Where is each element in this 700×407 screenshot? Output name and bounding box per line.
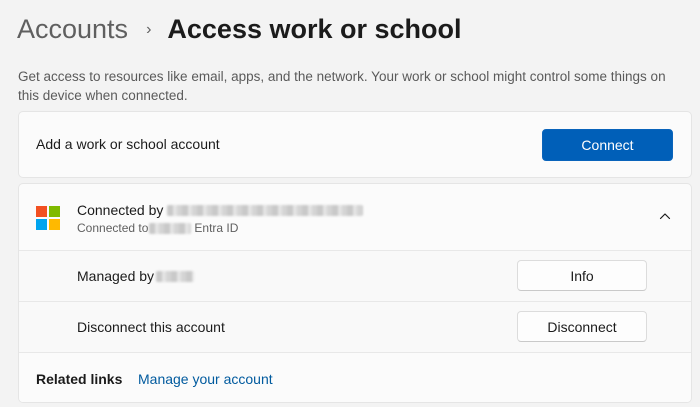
breadcrumb-chevron-icon: ›: [146, 21, 152, 38]
disconnect-row: Disconnect this account Disconnect: [19, 301, 691, 352]
account-subtitle-suffix: Entra ID: [194, 221, 239, 235]
connected-account-card: Connected by Connected to Entra ID Manag…: [18, 183, 692, 403]
related-links-title: Related links: [36, 371, 123, 387]
account-subtitle: Connected to Entra ID: [77, 221, 238, 235]
redacted-email: [167, 204, 364, 216]
account-title-prefix: Connected by: [77, 202, 164, 218]
connect-button[interactable]: Connect: [542, 129, 673, 161]
page-description: Get access to resources like email, apps…: [18, 69, 666, 103]
page-title: Access work or school: [167, 13, 462, 44]
account-subtitle-prefix: Connected to: [77, 221, 149, 235]
related-links: Related links Manage your account: [19, 352, 691, 402]
microsoft-logo-icon: [36, 206, 60, 230]
info-button[interactable]: Info: [517, 260, 647, 291]
add-account-label: Add a work or school account: [36, 136, 220, 152]
breadcrumb: Accounts › Access work or school: [17, 10, 462, 48]
redacted-org: [149, 222, 192, 234]
add-account-card: Add a work or school account Connect: [18, 111, 692, 178]
managed-by-row: Managed by Info: [19, 250, 691, 301]
disconnect-label: Disconnect this account: [77, 319, 225, 335]
disconnect-button[interactable]: Disconnect: [517, 311, 647, 342]
redacted-manager: [156, 270, 195, 282]
account-header[interactable]: Connected by Connected to Entra ID: [19, 184, 691, 250]
manage-account-link[interactable]: Manage your account: [138, 371, 273, 387]
managed-by-text: Managed by: [77, 268, 155, 284]
account-title: Connected by: [77, 202, 364, 218]
settings-page: Accounts › Access work or school Get acc…: [0, 0, 700, 407]
breadcrumb-accounts[interactable]: Accounts: [17, 14, 128, 45]
chevron-up-icon[interactable]: [659, 210, 671, 222]
managed-by-label: Managed by: [77, 268, 195, 284]
